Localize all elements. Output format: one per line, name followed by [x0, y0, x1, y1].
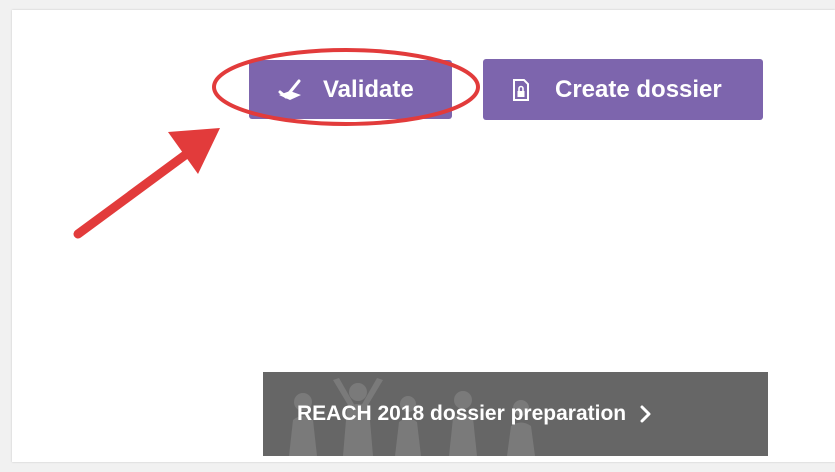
reach-dossier-preparation-banner[interactable]: REACH 2018 dossier preparation [263, 372, 768, 456]
banner-label: REACH 2018 dossier preparation [297, 402, 627, 425]
validate-label: Validate [323, 75, 414, 103]
document-lock-icon [513, 78, 529, 101]
screenshot-page: Validate Create dossier REACH 2018 dossi… [0, 0, 835, 472]
create-dossier-button[interactable]: Create dossier [483, 59, 763, 120]
create-dossier-label: Create dossier [555, 75, 722, 103]
chevron-right-icon [640, 405, 652, 423]
validate-button[interactable]: Validate [249, 60, 452, 119]
checkmark-stamp-icon [277, 78, 303, 102]
